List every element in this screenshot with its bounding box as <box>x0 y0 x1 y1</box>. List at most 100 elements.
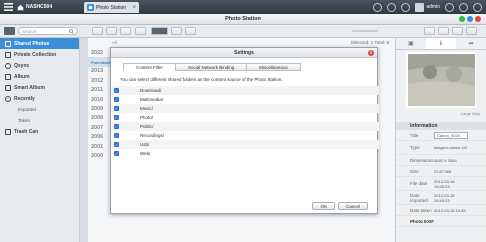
info-button[interactable] <box>438 27 449 35</box>
sidebar-item-label: Trash Can <box>14 128 39 135</box>
folder-row[interactable]: ✓ Public/ <box>111 122 379 131</box>
sidebar-subitem-taken[interactable]: Taken <box>0 115 79 126</box>
sidebar-item-trash-can[interactable]: Trash Can <box>0 126 79 137</box>
close-tab-icon[interactable]: × <box>132 5 136 11</box>
year-item[interactable]: 2013 <box>88 67 110 76</box>
dialog-description: You can select different shared folders … <box>120 77 283 82</box>
tab-content-filter[interactable]: Content Filter <box>123 63 177 71</box>
info-row-date-imported: Date Imported 2013-03-18 19:45:23 <box>396 191 486 205</box>
info-row-type: Type image/x-canon-cr2 <box>396 141 486 155</box>
user-menu[interactable]: admin <box>415 2 440 12</box>
options-icon[interactable] <box>445 2 454 12</box>
folder-row[interactable]: ✓ Web/ <box>111 149 379 158</box>
checkbox-checked[interactable]: ✓ <box>114 124 119 129</box>
year-item[interactable]: 2008 <box>88 114 110 123</box>
year-item[interactable]: 2011 <box>88 86 110 95</box>
info-panel-tabs: ▣ ℹ ➦ <box>396 38 486 50</box>
sidebar-item-smart-album[interactable]: Smart Album <box>0 82 79 93</box>
checkbox-checked[interactable]: ✓ <box>114 88 119 93</box>
more-button[interactable] <box>466 27 477 35</box>
notification-icon[interactable] <box>401 2 411 12</box>
year-item-selected[interactable]: Patchdate <box>88 57 110 67</box>
zoom-slider[interactable] <box>352 30 378 32</box>
view-map-button[interactable] <box>185 27 196 35</box>
checkbox-checked[interactable]: ✓ <box>114 142 119 147</box>
info-value: 4592 X 3064 <box>434 157 457 163</box>
slideshow-button[interactable] <box>135 27 146 35</box>
year-item[interactable]: 2007 <box>88 123 110 132</box>
tab-image-icon[interactable]: ▣ <box>396 38 426 49</box>
sidebar-item-album[interactable]: Album <box>0 71 79 82</box>
folder-row[interactable]: ✓ Photo/ <box>111 113 379 122</box>
view-folder-button[interactable] <box>171 27 182 35</box>
nas-name: NASHC504 <box>26 4 53 10</box>
user-name: admin <box>426 4 440 10</box>
background-tasks-icon[interactable] <box>387 2 397 12</box>
info-key: File date <box>410 181 428 186</box>
sidebar-item-private-collection[interactable]: Private Collection <box>0 49 79 60</box>
search-placeholder: Search <box>22 28 37 34</box>
sidebar-toggle-button[interactable] <box>4 27 15 35</box>
year-item[interactable]: 2006 <box>88 133 110 142</box>
sidebar-item-label: Shared Photos <box>14 40 50 47</box>
avatar <box>415 2 425 12</box>
tab-share-icon[interactable]: ➦ <box>456 38 486 49</box>
search-input[interactable]: Search <box>18 27 78 35</box>
close-icon[interactable]: x <box>368 50 374 56</box>
sidebar-item-qsync[interactable]: Qsync <box>0 60 79 71</box>
year-item[interactable]: 2022 <box>88 48 110 57</box>
year-item[interactable]: 2009 <box>88 104 110 113</box>
folder-row[interactable]: ✓ Multimedia/ <box>111 95 379 104</box>
folder-row[interactable]: ✓ Music/ <box>111 104 379 113</box>
title-field[interactable]: Canon_0024 <box>434 131 468 139</box>
year-item[interactable]: 2001 <box>88 142 110 151</box>
sidebar-item-recently[interactable]: Recently <box>0 93 79 104</box>
photo-exif-heading[interactable]: Photo EXIF <box>396 216 486 227</box>
folder-row[interactable]: ✓ Usb/ <box>111 140 379 149</box>
large-map-link[interactable]: Large Map <box>396 111 486 116</box>
app-tab-photo-station[interactable]: Photo Station × <box>84 2 139 13</box>
view-grid-button[interactable] <box>106 27 117 35</box>
sidebar-item-shared-photos[interactable]: Shared Photos <box>0 38 79 49</box>
smart-album-icon <box>5 84 11 91</box>
checkbox-checked[interactable]: ✓ <box>114 133 119 138</box>
info-row-title: Title Canon_0024 <box>396 130 486 141</box>
ok-button[interactable]: OK <box>312 202 335 210</box>
dashboard-icon[interactable] <box>473 2 482 12</box>
content-header: All Selected: 1 Total: 6 <box>112 38 395 47</box>
tab-social-network-binding[interactable]: Social Network Binding <box>175 63 248 71</box>
folder-name: Usb/ <box>140 142 150 147</box>
folder-row[interactable]: ✓ Recordings/ <box>111 131 379 140</box>
checkbox-checked[interactable]: ✓ <box>114 151 119 156</box>
checkbox-checked[interactable]: ✓ <box>114 106 119 111</box>
app-tab-label: Photo Station <box>96 4 127 11</box>
folder-row[interactable]: ✓ Download/ <box>111 86 379 95</box>
settings-button[interactable] <box>452 27 463 35</box>
view-timeline-button[interactable] <box>151 27 168 35</box>
search-icon[interactable] <box>373 2 383 12</box>
tab-info-icon[interactable]: ℹ <box>426 38 456 49</box>
menu-icon[interactable] <box>4 3 13 11</box>
view-list-button[interactable] <box>120 27 131 35</box>
minimize-button[interactable] <box>459 16 465 22</box>
sidebar-subitem-imported[interactable]: Imported <box>0 104 79 115</box>
close-window-button[interactable] <box>475 16 481 22</box>
upload-button[interactable] <box>92 27 103 35</box>
home-button[interactable]: NASHC504 <box>17 2 62 12</box>
maximize-button[interactable] <box>467 16 473 22</box>
info-value: 2013-03-18 19:45:23 <box>434 192 455 203</box>
help-icon[interactable] <box>459 2 468 12</box>
year-item[interactable]: 2010 <box>88 95 110 104</box>
year-item[interactable]: 2000 <box>88 151 110 160</box>
year-item[interactable]: 2012 <box>88 76 110 85</box>
cancel-button[interactable]: Cancel <box>337 202 368 210</box>
sync-icon <box>5 62 11 69</box>
checkbox-checked[interactable]: ✓ <box>114 97 119 102</box>
share-button[interactable] <box>424 27 435 35</box>
window-controls <box>459 16 481 22</box>
top-right-controls: admin <box>373 2 482 12</box>
checkbox-checked[interactable]: ✓ <box>114 115 119 120</box>
all-label: All <box>112 40 118 45</box>
settings-dialog: Settings x Content Filter Social Network… <box>110 47 379 214</box>
tab-miscellaneous[interactable]: Miscellaneous <box>246 63 301 71</box>
